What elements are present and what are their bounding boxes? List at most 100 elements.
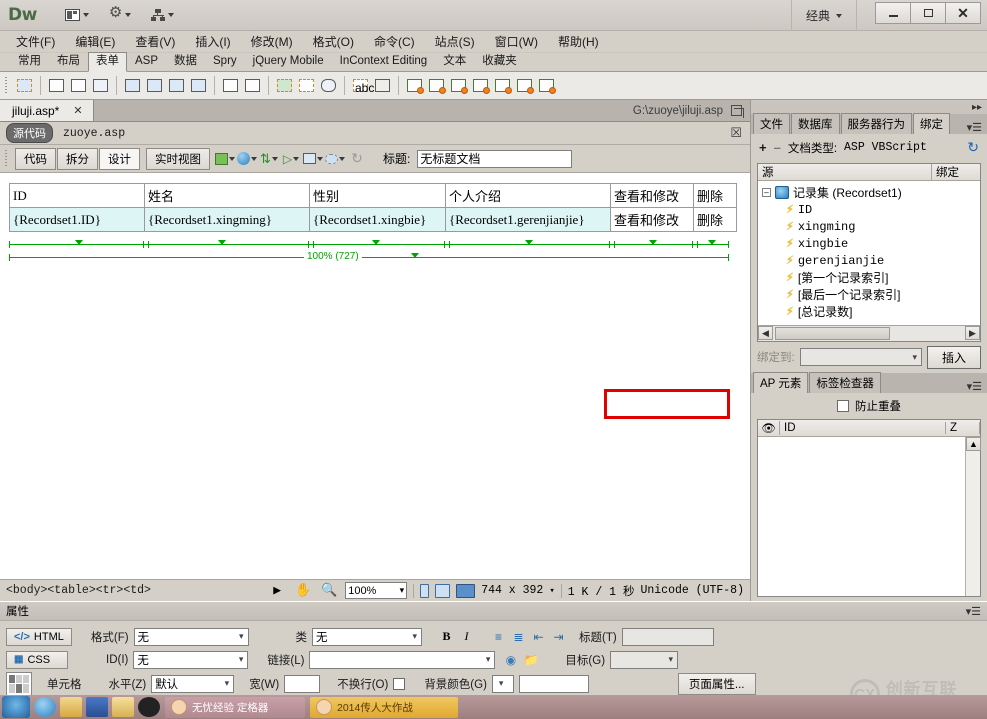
- header-cell-name[interactable]: 姓名: [144, 183, 310, 208]
- quicklaunch-ie-icon[interactable]: [34, 697, 56, 717]
- insert-tab-text[interactable]: 文本: [435, 52, 474, 71]
- column-header-binding[interactable]: 绑定: [932, 164, 980, 180]
- label-icon[interactable]: abc: [350, 75, 374, 96]
- bgcolor-swatch[interactable]: ▾: [491, 674, 514, 693]
- zoom-level-select[interactable]: 100% ▾: [345, 582, 408, 599]
- table-header-row[interactable]: ID 姓名 性别 个人介绍 查看和修改 删除: [9, 183, 737, 208]
- taskbar-item-1[interactable]: 无忧经验 定格器: [165, 696, 305, 718]
- scrollbar-thumb[interactable]: [775, 326, 890, 340]
- data-cell-name[interactable]: {Recordset1.xingming}: [144, 207, 310, 232]
- insert-tab-data[interactable]: 数据: [166, 52, 205, 71]
- taskbar-qq-icon[interactable]: [138, 697, 160, 717]
- outdent-icon[interactable]: ⇤: [531, 630, 546, 644]
- document-tab-jiluji[interactable]: jiluji.asp* ✕: [0, 100, 94, 121]
- zoom-tool-icon[interactable]: 🔍: [319, 581, 339, 601]
- format-select[interactable]: 无 ▾: [133, 627, 249, 646]
- panel-tab-databases[interactable]: 数据库: [791, 113, 840, 134]
- hand-tool-icon[interactable]: ✋: [293, 581, 313, 601]
- tree-node-xingbie[interactable]: ⚡ xingbie: [762, 235, 980, 252]
- view-button-split[interactable]: 拆分: [57, 147, 98, 170]
- radio-group-icon[interactable]: [188, 75, 209, 96]
- menu-site[interactable]: 站点(S): [425, 31, 485, 52]
- spry-textarea-icon[interactable]: [426, 75, 447, 96]
- menu-format[interactable]: 格式(O): [303, 31, 364, 52]
- panel-tab-server-behaviors[interactable]: 服务器行为: [840, 113, 912, 134]
- menu-insert[interactable]: 插入(I): [185, 31, 240, 52]
- multiscreen-preview-icon[interactable]: [215, 149, 235, 169]
- browse-folder-icon[interactable]: 📁: [523, 653, 538, 667]
- panel-tab-ap-elements[interactable]: AP 元素: [753, 371, 809, 393]
- tablet-size-icon[interactable]: [435, 583, 451, 598]
- menu-commands[interactable]: 命令(C): [364, 31, 425, 52]
- document-title-input[interactable]: [417, 149, 573, 168]
- header-cell-edit[interactable]: 查看和修改: [610, 183, 694, 208]
- image-field-icon[interactable]: [274, 75, 295, 96]
- menu-modify[interactable]: 修改(M): [241, 31, 303, 52]
- ap-panel-options-menu-icon[interactable]: ▾☰: [962, 380, 987, 393]
- refresh-icon[interactable]: ↻: [967, 139, 979, 156]
- bgcolor-input[interactable]: [518, 674, 589, 693]
- id-select[interactable]: 无 ▾: [133, 650, 249, 669]
- nowrap-checkbox[interactable]: [393, 677, 406, 690]
- preview-in-browser-icon[interactable]: [237, 149, 257, 169]
- scroll-left-icon[interactable]: ◀: [758, 326, 773, 340]
- related-file-zuoye[interactable]: zuoye.asp: [63, 127, 125, 140]
- prevent-overlap-checkbox[interactable]: [837, 399, 849, 412]
- bind-to-select[interactable]: ▾: [799, 348, 922, 366]
- menu-help[interactable]: 帮助(H): [548, 31, 609, 52]
- html-properties-button[interactable]: </> HTML: [6, 627, 72, 646]
- textarea-icon[interactable]: [90, 75, 111, 96]
- menu-edit[interactable]: 编辑(E): [65, 31, 125, 52]
- extend-settings-button[interactable]: [103, 5, 137, 25]
- checkbox-icon[interactable]: [122, 75, 143, 96]
- tree-node-gerenjianjie[interactable]: ⚡ gerenjianjie: [762, 252, 980, 269]
- eye-icon[interactable]: 👁: [758, 420, 780, 435]
- css-properties-button[interactable]: ▦ CSS: [6, 650, 68, 669]
- site-manager-button[interactable]: [145, 6, 180, 25]
- mobile-size-icon[interactable]: [420, 583, 430, 598]
- tree-node-first-record-index[interactable]: ⚡ [第一个记录索引]: [762, 269, 980, 286]
- form-icon[interactable]: [14, 75, 35, 96]
- insert-tab-asp[interactable]: ASP: [127, 52, 166, 71]
- data-cell-id[interactable]: {Recordset1.ID}: [9, 207, 145, 232]
- tag-selector[interactable]: <body><table><tr><td>: [6, 584, 151, 597]
- fieldset-icon[interactable]: [372, 75, 393, 96]
- page-properties-button[interactable]: 页面属性...: [677, 672, 756, 695]
- start-button[interactable]: [2, 696, 30, 718]
- data-cell-edit-link[interactable]: 查看和修改: [610, 207, 694, 232]
- file-field-icon[interactable]: [296, 75, 317, 96]
- view-button-code[interactable]: 代码: [15, 147, 56, 170]
- spry-select-icon[interactable]: [470, 75, 491, 96]
- table-width-label[interactable]: 100% (727): [304, 251, 362, 262]
- maximize-button[interactable]: [910, 2, 946, 24]
- toolbar-grip[interactable]: [4, 149, 9, 168]
- scroll-right-icon[interactable]: ▶: [965, 326, 980, 340]
- header-cell-gender[interactable]: 性别: [309, 183, 446, 208]
- refresh-design-view-icon[interactable]: ↻: [347, 149, 367, 169]
- insert-tab-forms[interactable]: 表单: [88, 52, 127, 72]
- insert-tab-jquery-mobile[interactable]: jQuery Mobile: [245, 52, 332, 71]
- filter-icon[interactable]: ☒: [730, 125, 742, 141]
- window-size-value[interactable]: 744 x 392: [481, 584, 543, 597]
- column-header-source[interactable]: 源: [758, 164, 932, 180]
- data-cell-gender[interactable]: {Recordset1.xingbie}: [309, 207, 446, 232]
- panel-tab-files[interactable]: 文件: [753, 113, 790, 134]
- properties-options-menu-icon[interactable]: ▾☰: [966, 605, 981, 618]
- link-select[interactable]: ▾: [309, 650, 496, 669]
- view-button-live[interactable]: 实时视图: [146, 147, 210, 170]
- view-button-design[interactable]: 设计: [99, 147, 140, 170]
- close-icon[interactable]: ✕: [73, 104, 82, 117]
- tree-node-last-record-index[interactable]: ⚡ [最后一个记录索引]: [762, 286, 980, 303]
- class-select[interactable]: 无 ▾: [312, 627, 423, 646]
- panel-options-menu-icon[interactable]: ▾☰: [962, 121, 987, 134]
- validate-markup-icon[interactable]: [303, 149, 323, 169]
- horizontal-select[interactable]: 默认 ▾: [151, 674, 235, 693]
- header-cell-id[interactable]: ID: [9, 183, 145, 208]
- hidden-field-icon[interactable]: [68, 75, 89, 96]
- restore-icon[interactable]: [731, 105, 744, 118]
- insert-button[interactable]: 插入: [926, 345, 981, 369]
- column-header-z[interactable]: Z: [946, 421, 980, 434]
- workspace-selector[interactable]: 经典: [790, 0, 857, 31]
- checkbox-group-icon[interactable]: [144, 75, 165, 96]
- menu-window[interactable]: 窗口(W): [485, 31, 548, 52]
